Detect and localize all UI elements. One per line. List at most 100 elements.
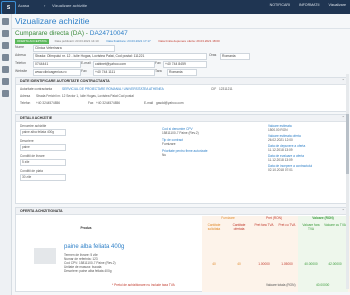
total-no-vat-header: Valoare fara TVA: [302, 223, 320, 231]
detail-delivery-field: 5 zile: [20, 159, 66, 166]
buyer-phone-field: 0744441: [33, 61, 81, 68]
authority-phone-value: +40 3244574856: [36, 101, 61, 105]
mid-value: 15811100-7 Paine (Rev.2): [162, 131, 199, 135]
offer-header[interactable]: OFERTA ACHIZITIONATA: [16, 208, 348, 215]
product-name[interactable]: paine alba feliata 400g: [64, 244, 124, 250]
mid-label: Prioritate pentru firme autorizate: [162, 149, 208, 153]
buyer-name-field: Clinica Veterinara: [33, 45, 115, 52]
authority-fax-label: Fax: [88, 101, 94, 105]
chevron-up-icon[interactable]: ⌃: [342, 115, 345, 121]
contract-authority-panel: DATE IDENTIFICARE AUTORITATE CONTRACTANT…: [15, 77, 349, 112]
authority-email-label: E-mail: [144, 101, 154, 105]
buyer-website-label: Website: [15, 69, 28, 73]
scrollbar-thumb[interactable]: [346, 114, 349, 174]
qty-offered-value: 40: [237, 262, 241, 266]
deadline-date: Data limita depunere oferta: 29.03.2021 …: [158, 39, 220, 43]
price-vat-header: Pret cu TVA: [278, 223, 296, 227]
list-icon[interactable]: [2, 66, 9, 73]
notifications-link[interactable]: NOTIFICARI: [270, 3, 290, 7]
price-column-header: Pret (RON): [266, 216, 282, 220]
chart-icon[interactable]: [2, 78, 9, 85]
page-title: Vizualizare achizitie: [15, 16, 90, 26]
detail-name-field: paine alba feliata 400g: [20, 129, 66, 136]
buyer-country-field: Romania: [167, 69, 197, 76]
buyer-city-field: Romania: [220, 53, 250, 60]
right-value: 26.02.2021 12:00: [268, 138, 293, 142]
right-value: 1500.00 RON: [268, 128, 288, 132]
product-column-header: Produs: [80, 226, 92, 230]
authority-fax-value: +40 3244574856: [96, 101, 121, 105]
acquisition-title: Cumparare directa (DA) - DA24710047: [15, 30, 128, 37]
buyer-email-field: cabinet@yahoo.com: [93, 61, 155, 68]
document-icon[interactable]: [2, 42, 9, 49]
breadcrumb-home[interactable]: Acasa: [18, 3, 29, 8]
detail-payment-field: 30 zile: [20, 174, 66, 181]
dashboard-icon[interactable]: [2, 30, 9, 37]
authority-name-link[interactable]: SERVICIUL DE PROIECTARE ROMANIA / UNIVER…: [62, 87, 164, 91]
authority-name-label: Autoritate contractanta: [20, 87, 53, 91]
chevron-up-icon[interactable]: ⌃: [342, 208, 345, 214]
menu-icon[interactable]: [2, 18, 9, 25]
right-value: 11.12.2018 13:09: [268, 148, 293, 152]
right-value: 02.10.2018 07:01: [268, 168, 293, 172]
buyer-phone-label: Telefon: [15, 61, 26, 65]
product-image-placeholder: [34, 248, 56, 264]
info-link[interactable]: INFORMATII: [299, 3, 320, 7]
total-no-vat-value: 40.00000: [304, 262, 318, 266]
qty-requested-header: Cantitate solicitata: [207, 223, 221, 231]
price-no-vat-header: Pret fara TVA: [254, 223, 274, 227]
qty-requested-value: 40: [212, 262, 216, 266]
total-vat-header: Valoare cu TVA: [324, 223, 346, 227]
detail-label: Denumire achizitie: [20, 124, 47, 128]
price-vat-value: 1.05000: [281, 262, 293, 266]
authority-cif-label: CIF: [211, 87, 217, 91]
detail-label: Conditii de plata: [20, 169, 43, 173]
buyer-website-field: www.clinicagenius.ro: [33, 69, 81, 76]
status-badges: OFERTA ACCEPTATA Data publicarii: 23.03.…: [15, 39, 225, 44]
total-column-header: Valoare (RON): [312, 216, 334, 220]
breadcrumb-separator: ›: [44, 3, 46, 8]
mid-value: Furnizare: [162, 142, 176, 146]
sidebar: [0, 14, 12, 295]
finalize-date: Data finalizare: 23.03.2021 17:17: [106, 39, 151, 43]
authority-phone-label: Telefon: [20, 101, 31, 105]
offer-panel: OFERTA ACHIZITIONATA ⌃ Produs Furnizare …: [15, 207, 350, 292]
detail-description-field: paine: [20, 144, 66, 151]
acquisition-details-panel: DETALII ACHIZITIE ⌃ Denumire achizitie p…: [15, 114, 349, 204]
detail-label: Conditii de livrare: [20, 154, 45, 158]
details-header[interactable]: DETALII ACHIZITIE: [16, 115, 348, 122]
authority-email-value: gasdd@yahoo.com: [156, 101, 184, 105]
publish-date: Data publicarii: 23.03.2021 14:10: [54, 39, 99, 43]
detail-label: Descriere: [20, 139, 34, 143]
footer-total-value: 40.00000: [316, 283, 330, 287]
buyer-address-field: Strada: Olimpului nr. 12 - Iulie Hogas, …: [33, 53, 207, 60]
acquisition-type: Cumparare directa (DA) -: [15, 30, 88, 37]
acquisition-code[interactable]: DA24710047: [90, 30, 128, 37]
top-links: NOTIFICARI INFORMATII Vizualizare: [262, 3, 346, 7]
buyer-fax2-field: +40 744 1111: [93, 69, 155, 76]
mid-value: Nu: [162, 153, 167, 157]
price-no-vat-value: 1.00000: [258, 262, 270, 266]
authority-address-label: Adresa: [20, 94, 31, 98]
total-vat-value: 42.00000: [328, 262, 342, 266]
view-link[interactable]: Vizualizare: [328, 3, 346, 7]
chevron-up-icon[interactable]: ⌃: [342, 78, 345, 84]
buyer-name-label: Nume: [15, 45, 25, 49]
main-content: Vizualizare achizitie Cumparare directa …: [12, 14, 350, 295]
settings-icon[interactable]: [2, 90, 9, 97]
qty-offered-header: Cantitate ofertata: [232, 223, 246, 231]
app-logo-icon[interactable]: S: [1, 1, 16, 15]
top-navigation-bar: S Acasa › Vizualizare achizitie NOTIFICA…: [0, 0, 350, 15]
footer-total-label: Valoare totala (RON): [266, 283, 296, 287]
contract-authority-header[interactable]: DATE IDENTIFICARE AUTORITATE CONTRACTANT…: [16, 78, 348, 85]
authority-address-value: Strada Fericirii nr. 12 Sector 1, Iulie …: [36, 94, 134, 98]
cart-icon[interactable]: [2, 54, 9, 61]
product-detail: Descriere: paine alba feliata 400g: [64, 269, 112, 273]
supplier-column-header: Furnizare: [221, 216, 235, 220]
scrollbar[interactable]: [346, 74, 349, 289]
breadcrumb-current: Vizualizare achizitie: [52, 3, 88, 8]
vat-footnote: * Pretul de achizitionare nu include tax…: [112, 283, 175, 287]
buyer-fax-field: +40 744 8459: [163, 61, 207, 68]
title-divider: [12, 28, 350, 29]
right-value: 11.12.2018 13:09: [268, 158, 293, 162]
